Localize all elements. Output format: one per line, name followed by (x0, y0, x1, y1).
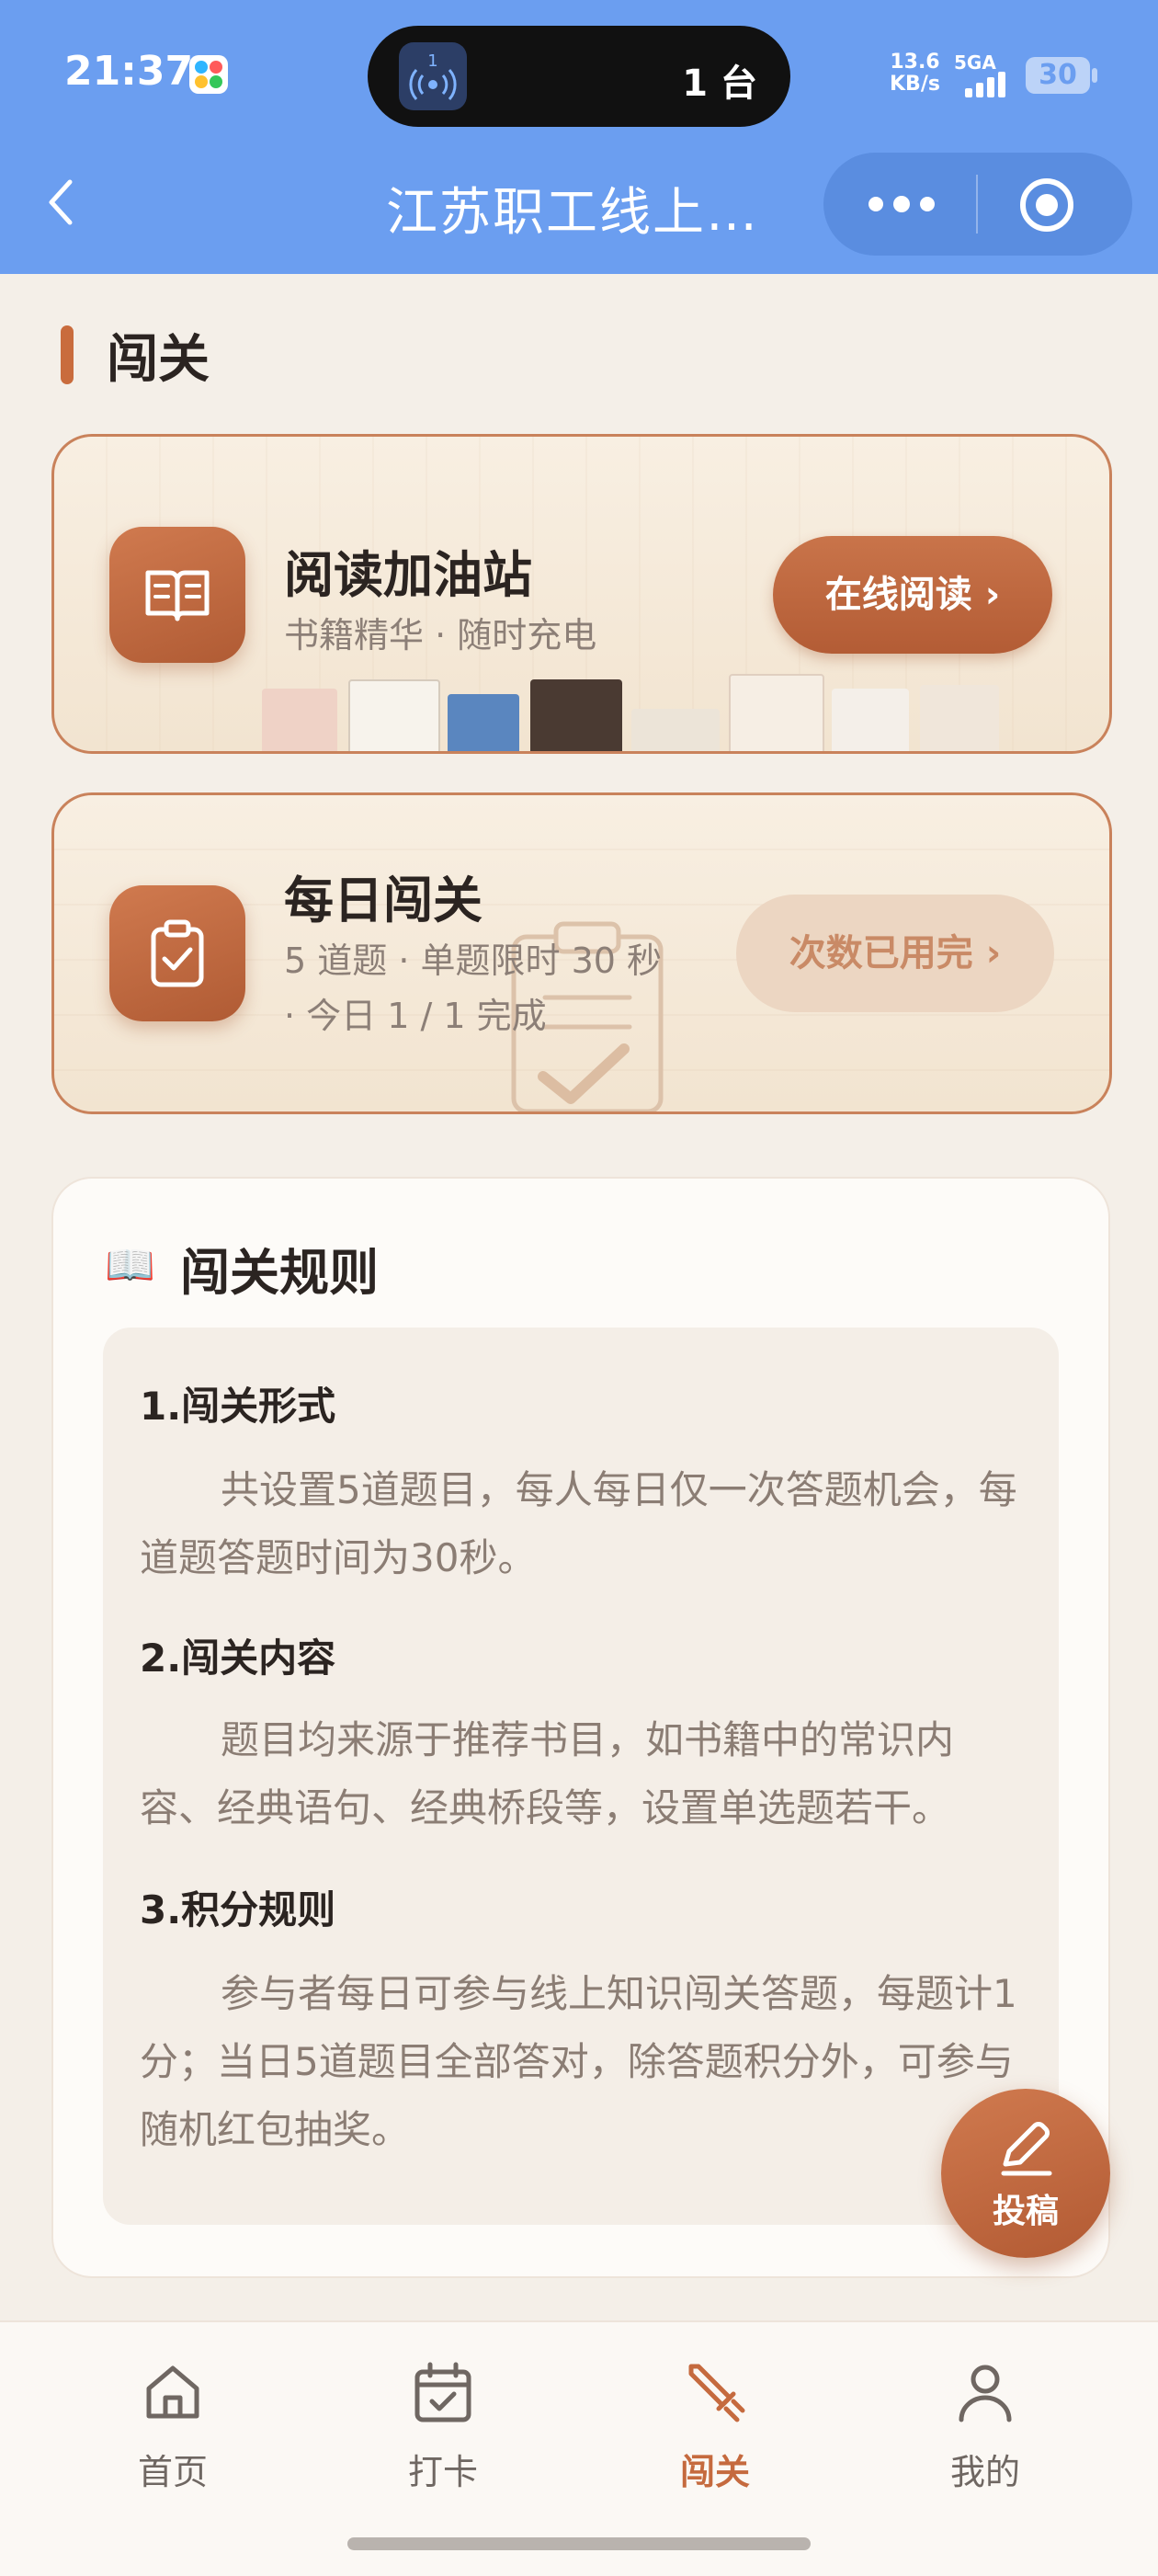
more-options-button[interactable] (860, 180, 943, 228)
back-button[interactable] (39, 175, 85, 230)
tab-checkin[interactable]: 打卡 (360, 2359, 526, 2497)
net-speed: 13.6 KB/s (890, 51, 940, 96)
island-device-count: 1 台 (682, 63, 757, 105)
battery-tip (1092, 68, 1097, 83)
home-indicator[interactable] (347, 2537, 811, 2550)
submit-post-button[interactable]: 投稿 (941, 2089, 1110, 2258)
daily-card-subtitle-2: · 今日 1 / 1 完成 (284, 996, 547, 1036)
open-book-emoji-icon: 📖 (105, 1242, 155, 1289)
rules-card: 📖 闯关规则 1.闯关形式 共设置5道题目，每人每日仅一次答题机会，每道题答题时… (51, 1177, 1110, 2278)
home-icon (146, 2365, 199, 2419)
page-title: 江苏职工线上… (386, 183, 759, 243)
rule-heading: 2.闯关内容 (140, 1636, 336, 1681)
section-accent-bar (61, 325, 74, 384)
pencil-icon (1001, 2122, 1052, 2176)
clipboard-check-icon (109, 885, 245, 1021)
daily-card-title: 每日闯关 (284, 872, 482, 929)
user-icon (959, 2365, 1012, 2422)
app-notification-icon (189, 55, 228, 94)
signal-icon (965, 72, 1005, 97)
tab-mine[interactable]: 我的 (903, 2359, 1068, 2497)
mini-program-capsule (823, 153, 1132, 256)
close-target-button[interactable] (1016, 175, 1077, 235)
top-bar: 21:37 1 1 台 13.6 KB/s 5GA 30 江苏职工线上… (0, 0, 1158, 274)
battery-icon: 30 (1026, 57, 1090, 94)
status-time: 21:37 (64, 48, 194, 95)
tab-label: 首页 (137, 2452, 208, 2492)
reading-card-subtitle: 书籍精华 · 随时充电 (284, 615, 597, 655)
rules-title: 闯关规则 (180, 1244, 379, 1302)
book-open-icon (109, 527, 245, 663)
broadcast-icon: 1 (399, 42, 467, 110)
dynamic-island[interactable]: 1 1 台 (368, 26, 790, 127)
rule-text: 共设置5道题目，每人每日仅一次答题机会，每道题答题时间为30秒。 (140, 1467, 1017, 1580)
rule-heading: 3.积分规则 (140, 1887, 336, 1932)
rules-body: 1.闯关形式 共设置5道题目，每人每日仅一次答题机会，每道题答题时间为30秒。 … (103, 1328, 1059, 2225)
calendar-check-icon (414, 2362, 471, 2422)
section-title: 闯关 (107, 330, 210, 390)
rule-text: 参与者每日可参与线上知识闯关答题，每题计1分；当日5道题目全部答对，除答题积分外… (140, 1971, 1017, 2152)
tab-label: 我的 (949, 2452, 1020, 2492)
rule-heading: 1.闯关形式 (140, 1384, 336, 1429)
sword-icon (688, 2364, 745, 2422)
daily-card-subtitle-1: 5 道题 · 单题限时 30 秒 (284, 940, 663, 981)
reading-card[interactable]: 阅读加油站 书籍精华 · 随时充电 在线阅读 › (51, 434, 1112, 754)
tab-label: 闯关 (679, 2452, 750, 2492)
capsule-divider (976, 175, 978, 234)
rule-text: 题目均来源于推荐书目，如书籍中的常识内容、经典语句、经典桥段等，设置单选题若干。 (140, 1717, 955, 1830)
tab-challenge[interactable]: 闯关 (632, 2359, 798, 2497)
island-badge: 1 (427, 51, 437, 71)
daily-challenge-card[interactable]: 每日闯关 5 道题 · 单题限时 30 秒 · 今日 1 / 1 完成 次数已用… (51, 792, 1112, 1114)
books-decoration (210, 674, 1019, 751)
tab-home[interactable]: 首页 (90, 2359, 255, 2497)
attempts-used-up-button[interactable]: 次数已用完 › (736, 895, 1054, 1012)
fab-label: 投稿 (992, 2193, 1059, 2230)
reading-card-title: 阅读加油站 (284, 546, 532, 604)
tab-label: 打卡 (407, 2452, 478, 2492)
online-read-button[interactable]: 在线阅读 › (773, 536, 1052, 654)
